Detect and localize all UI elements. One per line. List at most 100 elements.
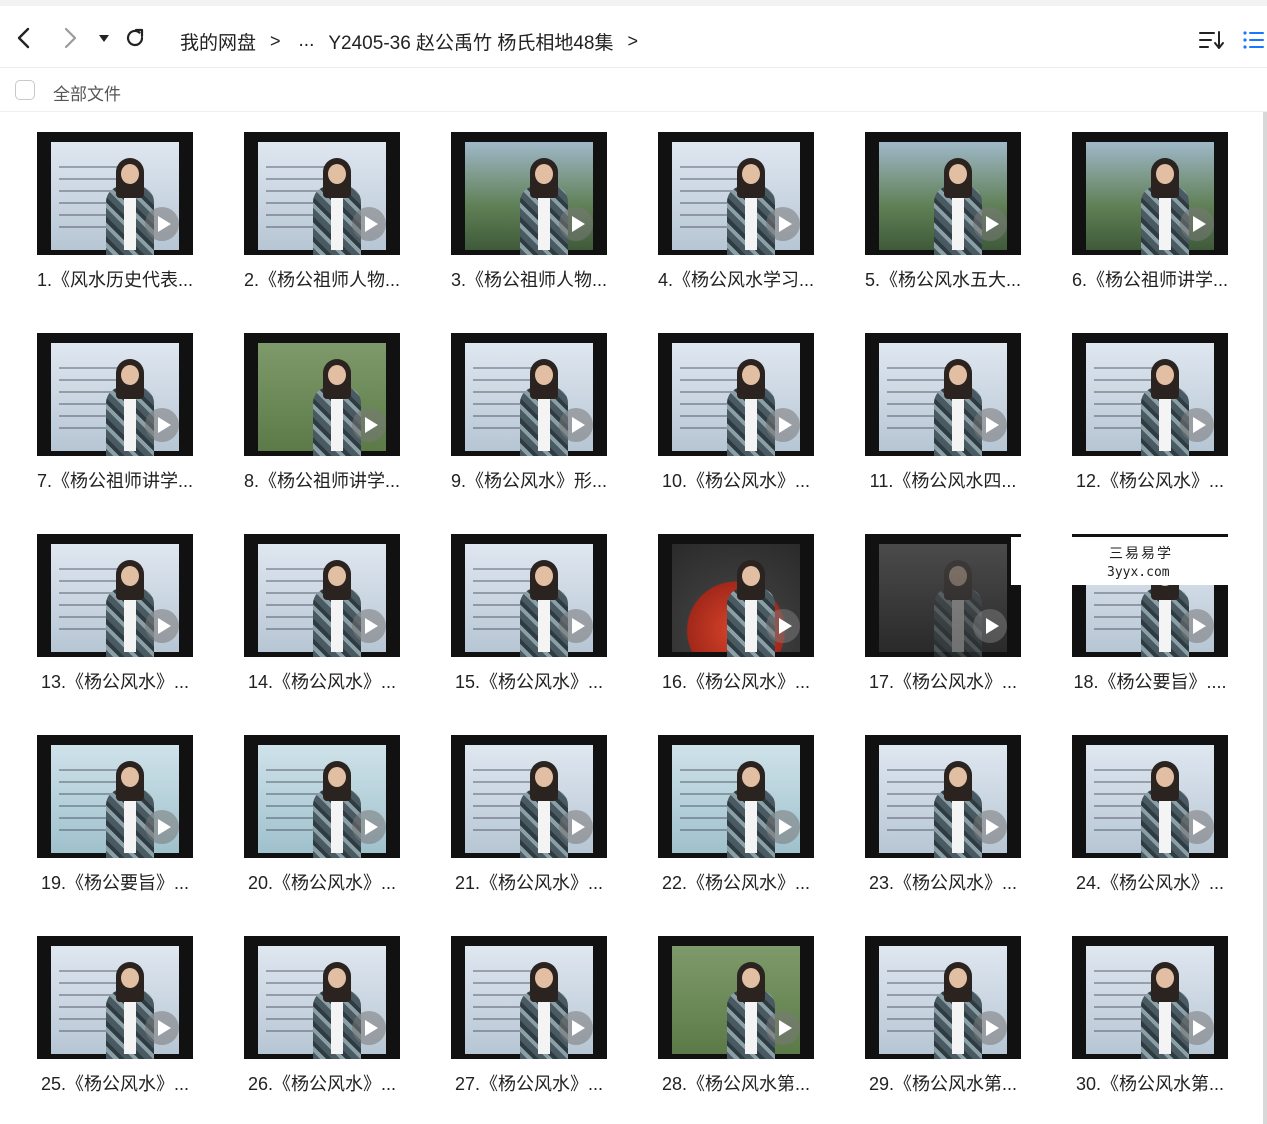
file-name-label: 24.《杨公风水》... [1075, 873, 1225, 893]
video-file-item[interactable]: 1.《风水历史代表... [19, 132, 199, 312]
presenter-figure [106, 962, 154, 1059]
sort-button[interactable] [1198, 28, 1226, 56]
video-file-item[interactable]: 8.《杨公祖师讲学... [226, 333, 406, 513]
file-name-label: 19.《杨公要旨》... [40, 873, 190, 893]
video-file-item[interactable]: 16.《杨公风水》... [640, 534, 820, 714]
video-file-item[interactable]: 27.《杨公风水》... [433, 936, 613, 1116]
video-thumbnail [451, 534, 607, 657]
file-name-label: 15.《杨公风水》... [454, 672, 604, 692]
video-file-item[interactable]: 29.《杨公风水第... [847, 936, 1027, 1116]
video-file-item[interactable]: 26.《杨公风水》... [226, 936, 406, 1116]
video-file-item[interactable]: 25.《杨公风水》... [19, 936, 199, 1116]
presenter-figure [1141, 158, 1189, 255]
file-name-label: 1.《风水历史代表... [36, 270, 193, 290]
file-name-label: 14.《杨公风水》... [247, 672, 397, 692]
play-icon [559, 207, 593, 241]
video-file-item[interactable]: 24.《杨公风水》... [1054, 735, 1234, 915]
presenter-figure [520, 359, 568, 456]
video-thumbnail [658, 735, 814, 858]
select-all-checkbox[interactable] [15, 80, 35, 100]
video-thumbnail [451, 132, 607, 255]
file-grid: 1.《风水历史代表... 2.《杨公祖师人物... 3.《杨公祖师人物... 4.《杨… [0, 112, 1267, 1124]
file-name-label: 7.《杨公祖师讲学... [36, 471, 193, 491]
file-name-label: 28.《杨公风水第... [661, 1074, 811, 1094]
file-name-label: 4.《杨公风水学习... [657, 270, 814, 290]
video-thumbnail [1072, 735, 1228, 858]
video-file-item[interactable]: 11.《杨公风水四... [847, 333, 1027, 513]
video-file-item[interactable]: 21.《杨公风水》... [433, 735, 613, 915]
file-name-label: 12.《杨公风水》... [1075, 471, 1225, 491]
video-file-item[interactable]: 20.《杨公风水》... [226, 735, 406, 915]
presenter-figure [313, 962, 361, 1059]
play-icon [973, 609, 1007, 643]
video-file-item[interactable]: 15.《杨公风水》... [433, 534, 613, 714]
file-name-label: 25.《杨公风水》... [40, 1074, 190, 1094]
video-thumbnail [244, 132, 400, 255]
video-file-item[interactable]: 2.《杨公祖师人物... [226, 132, 406, 312]
video-file-item[interactable]: 4.《杨公风水学习... [640, 132, 820, 312]
breadcrumb-separator-icon: > [270, 30, 281, 51]
video-thumbnail [451, 735, 607, 858]
video-file-item[interactable]: 10.《杨公风水》... [640, 333, 820, 513]
video-file-item[interactable]: 7.《杨公祖师讲学... [19, 333, 199, 513]
play-icon [1180, 408, 1214, 442]
presenter-figure [727, 761, 775, 858]
presenter-figure [727, 962, 775, 1059]
sort-icon [1199, 31, 1224, 49]
view-toggle-button[interactable] [1241, 28, 1267, 56]
video-file-item[interactable]: 3.《杨公祖师人物... [433, 132, 613, 312]
video-thumbnail [244, 936, 400, 1059]
video-file-item[interactable]: 5.《杨公风水五大... [847, 132, 1027, 312]
presenter-figure [934, 560, 982, 657]
presenter-figure [313, 359, 361, 456]
breadcrumb-item-root[interactable]: 我的网盘 [180, 28, 256, 55]
file-name-label: 8.《杨公祖师讲学... [243, 471, 400, 491]
presenter-figure [520, 962, 568, 1059]
presenter-figure [106, 761, 154, 858]
scrollbar[interactable] [1263, 112, 1267, 1124]
breadcrumb-item-ellipsis[interactable]: ... [299, 30, 315, 52]
video-file-item[interactable]: 30.《杨公风水第... [1054, 936, 1234, 1116]
presenter-figure [727, 359, 775, 456]
play-icon [559, 609, 593, 643]
file-name-label: 13.《杨公风水》... [40, 672, 190, 692]
file-name-label: 18.《杨公要旨》.... [1073, 672, 1227, 692]
play-icon [352, 408, 386, 442]
video-file-item[interactable]: 28.《杨公风水第... [640, 936, 820, 1116]
video-file-item[interactable]: 19.《杨公要旨》... [19, 735, 199, 915]
video-file-item[interactable]: 6.《杨公祖师讲学... [1054, 132, 1234, 312]
back-button[interactable] [10, 24, 38, 52]
video-file-item[interactable]: 9.《杨公风水》形... [433, 333, 613, 513]
video-thumbnail [37, 936, 193, 1059]
file-name-label: 9.《杨公风水》形... [450, 471, 607, 491]
video-file-item[interactable]: 17.《杨公风水》... [847, 534, 1027, 714]
play-icon [1180, 609, 1214, 643]
top-toolbar: 我的网盘 > ... Y2405-36 赵公禹竹 杨氏相地48集 > [0, 0, 1267, 68]
video-file-item[interactable]: 22.《杨公风水》... [640, 735, 820, 915]
history-dropdown-button[interactable] [90, 24, 118, 52]
play-icon [1180, 207, 1214, 241]
watermark-url: 3yyx.com [1107, 565, 1170, 580]
file-name-label: 21.《杨公风水》... [454, 873, 604, 893]
video-file-item[interactable]: 14.《杨公风水》... [226, 534, 406, 714]
presenter-figure [313, 560, 361, 657]
play-icon [559, 810, 593, 844]
video-thumbnail [244, 333, 400, 456]
play-icon [973, 207, 1007, 241]
video-file-item[interactable]: 23.《杨公风水》... [847, 735, 1027, 915]
presenter-figure [727, 158, 775, 255]
file-name-label: 22.《杨公风水》... [661, 873, 811, 893]
file-name-label: 3.《杨公祖师人物... [450, 270, 607, 290]
video-thumbnail [658, 333, 814, 456]
video-thumbnail [244, 735, 400, 858]
video-thumbnail [451, 936, 607, 1059]
file-name-label: 11.《杨公风水四... [869, 471, 1017, 491]
breadcrumb-item-current[interactable]: Y2405-36 赵公禹竹 杨氏相地48集 [328, 28, 613, 55]
video-thumbnail [865, 132, 1021, 255]
video-file-item[interactable]: 12.《杨公风水》... [1054, 333, 1234, 513]
all-files-label: 全部文件 [53, 85, 121, 104]
forward-button[interactable] [56, 24, 84, 52]
refresh-button[interactable] [121, 24, 149, 52]
selection-bar: 全部文件 [0, 68, 1267, 112]
video-file-item[interactable]: 13.《杨公风水》... [19, 534, 199, 714]
